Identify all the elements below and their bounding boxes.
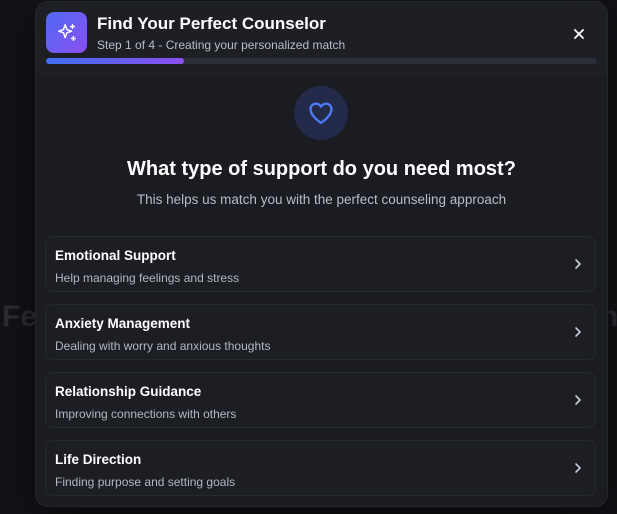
progress-bar-fill bbox=[46, 58, 184, 64]
question-title: What type of support do you need most? bbox=[127, 158, 516, 180]
option-anxiety-management[interactable]: Anxiety Management Dealing with worry an… bbox=[45, 304, 596, 360]
close-icon bbox=[574, 29, 584, 39]
question-helper-text: This helps us match you with the perfect… bbox=[136, 192, 507, 207]
chevron-right-icon bbox=[575, 463, 581, 473]
backdrop-text-left: Fe bbox=[2, 300, 38, 333]
option-emotional-support[interactable]: Emotional Support Help managing feelings… bbox=[45, 236, 596, 292]
option-description: Dealing with worry and anxious thoughts bbox=[55, 339, 271, 353]
option-title: Life Direction bbox=[55, 452, 142, 467]
option-title: Anxiety Management bbox=[55, 316, 191, 331]
counselor-match-modal: Find Your Perfect Counselor Step 1 of 4 … bbox=[36, 2, 607, 506]
option-description: Improving connections with others bbox=[55, 407, 237, 421]
chevron-right-icon bbox=[575, 327, 581, 337]
sparkles-icon bbox=[46, 12, 87, 53]
option-description: Finding purpose and setting goals bbox=[55, 475, 236, 489]
option-description: Help managing feelings and stress bbox=[55, 271, 240, 285]
step-indicator: Step 1 of 4 - Creating your personalized… bbox=[97, 38, 346, 52]
modal-header: Find Your Perfect Counselor Step 1 of 4 … bbox=[36, 2, 607, 76]
chevron-right-icon bbox=[575, 395, 581, 405]
heart-icon-badge bbox=[294, 86, 348, 140]
option-title: Emotional Support bbox=[55, 248, 176, 263]
option-relationship-guidance[interactable]: Relationship Guidance Improving connecti… bbox=[45, 372, 596, 428]
option-life-direction[interactable]: Life Direction Finding purpose and setti… bbox=[45, 440, 596, 496]
modal-title: Find Your Perfect Counselor bbox=[97, 14, 326, 33]
option-title: Relationship Guidance bbox=[55, 384, 202, 399]
progress-bar bbox=[46, 58, 597, 64]
chevron-right-icon bbox=[575, 259, 581, 269]
heart-icon bbox=[309, 102, 333, 125]
close-button[interactable] bbox=[567, 22, 591, 46]
